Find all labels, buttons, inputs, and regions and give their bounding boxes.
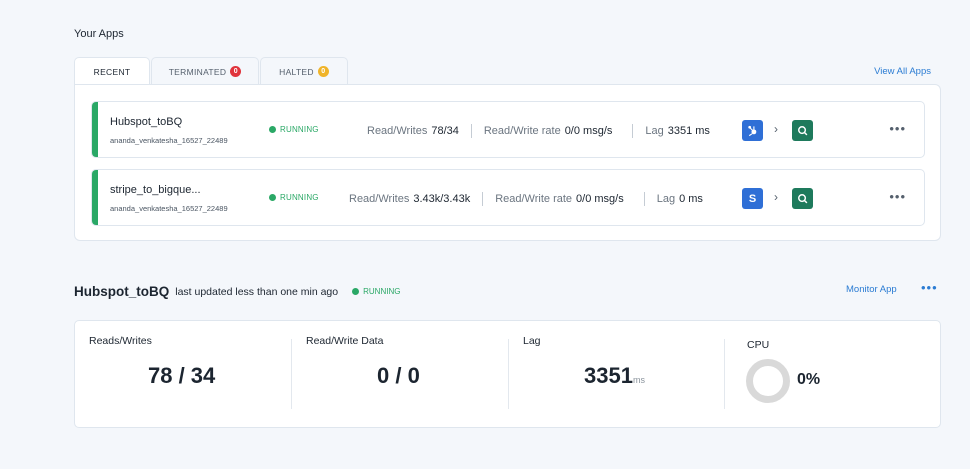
tab-recent[interactable]: RECENT xyxy=(74,57,150,85)
divider xyxy=(643,191,645,206)
running-dot-icon xyxy=(352,288,360,295)
stripe-icon: S xyxy=(742,188,763,209)
rate-value: 0/0 msg/s xyxy=(564,124,613,137)
status-badge: RUNNING xyxy=(269,125,319,134)
stats-panel: Reads/Writes 78 / 34 Read/Write Data 0 /… xyxy=(74,320,941,428)
stat-value: 78 / 34 xyxy=(148,363,216,388)
rate-value: 0/0 msg/s xyxy=(576,192,624,205)
apps-panel: Hubspot_toBQ ananda_venkatesha_16527_224… xyxy=(74,84,941,241)
rate-label: Read/Write rate xyxy=(483,124,561,137)
stat-label: Read/Write Data xyxy=(306,335,384,347)
running-dot-icon xyxy=(269,126,276,133)
tab-halted-label: HALTED xyxy=(279,66,314,77)
detail-app-title: Hubspot_toBQ xyxy=(74,284,170,299)
lag-value: 0 ms xyxy=(679,192,703,205)
app-tabs: RECENT TERMINATED 0 HALTED 0 xyxy=(74,57,349,85)
rw-value: 78/34 xyxy=(431,124,459,137)
more-options-icon[interactable]: ••• xyxy=(921,280,938,295)
bigquery-glyph-icon xyxy=(798,126,808,136)
last-updated-text: last updated less than one min ago xyxy=(175,285,339,298)
app-name[interactable]: Hubspot_toBQ xyxy=(110,116,182,128)
stat-read-write-data: Read/Write Data 0 / 0 xyxy=(306,321,506,429)
lag-label: Lag xyxy=(656,192,676,205)
stat-label: Lag xyxy=(523,335,541,347)
lag-label: Lag xyxy=(645,124,664,137)
hubspot-glyph-icon xyxy=(748,125,757,137)
lag-value: 3351 ms xyxy=(667,124,710,137)
lag-unit: ms xyxy=(632,375,645,385)
tab-terminated[interactable]: TERMINATED 0 xyxy=(151,57,259,85)
rw-value: 3.43k/3.43k xyxy=(413,192,471,205)
app-metrics: Read/Writes 78/34 Read/Write rate 0/0 ms… xyxy=(367,102,710,157)
section-title: Your Apps xyxy=(74,28,124,40)
hubspot-icon xyxy=(742,120,763,141)
divider xyxy=(482,191,484,206)
app-owner: ananda_venkatesha_16527_22489 xyxy=(110,204,228,213)
more-options-icon[interactable]: ••• xyxy=(889,189,906,204)
rw-label: Read/Writes xyxy=(367,124,428,137)
divider xyxy=(508,339,509,409)
stat-lag: Lag 3351ms xyxy=(523,321,723,429)
tab-halted[interactable]: HALTED 0 xyxy=(260,57,348,85)
stat-value: 3351ms xyxy=(584,363,645,389)
status-text: RUNNING xyxy=(363,287,401,296)
stat-label: CPU xyxy=(747,339,770,351)
app-metrics: Read/Writes 3.43k/3.43k Read/Write rate … xyxy=(349,170,703,225)
status-text: RUNNING xyxy=(280,193,319,202)
lag-number: 3351 xyxy=(584,363,633,388)
detail-header: Hubspot_toBQ last updated less than one … xyxy=(74,284,400,299)
app-card-hubspot[interactable]: Hubspot_toBQ ananda_venkatesha_16527_224… xyxy=(91,101,925,158)
stat-value: 0 / 0 xyxy=(377,363,420,388)
running-dot-icon xyxy=(269,194,276,201)
cpu-donut-chart xyxy=(746,359,790,403)
status-badge: RUNNING xyxy=(352,287,400,296)
divider xyxy=(724,339,725,409)
tab-terminated-label: TERMINATED xyxy=(168,66,227,77)
chevron-right-icon: › xyxy=(774,122,778,136)
cpu-value: 0% xyxy=(797,371,821,388)
terminated-count-badge: 0 xyxy=(230,66,242,77)
rate-label: Read/Write rate xyxy=(495,192,573,205)
divider xyxy=(291,339,292,409)
status-bar xyxy=(92,170,98,225)
chevron-right-icon: › xyxy=(774,190,778,204)
more-options-icon[interactable]: ••• xyxy=(889,121,906,136)
app-owner: ananda_venkatesha_16527_22489 xyxy=(110,136,228,145)
stat-reads-writes: Reads/Writes 78 / 34 xyxy=(89,321,289,429)
app-card-stripe[interactable]: stripe_to_bigque... ananda_venkatesha_16… xyxy=(91,169,925,226)
divider xyxy=(632,123,634,138)
view-all-apps-link[interactable]: View All Apps xyxy=(874,66,931,77)
tab-recent-label: RECENT xyxy=(93,66,131,77)
bigquery-icon xyxy=(792,188,813,209)
status-bar xyxy=(92,102,98,157)
rw-label: Read/Writes xyxy=(349,192,410,205)
monitor-app-link[interactable]: Monitor App xyxy=(846,284,897,295)
divider xyxy=(470,123,472,138)
bigquery-glyph-icon xyxy=(798,194,808,204)
status-text: RUNNING xyxy=(280,125,319,134)
app-name[interactable]: stripe_to_bigque... xyxy=(110,184,201,196)
bigquery-icon xyxy=(792,120,813,141)
status-badge: RUNNING xyxy=(269,193,319,202)
halted-count-badge: 0 xyxy=(317,66,329,77)
stat-label: Reads/Writes xyxy=(89,335,152,347)
